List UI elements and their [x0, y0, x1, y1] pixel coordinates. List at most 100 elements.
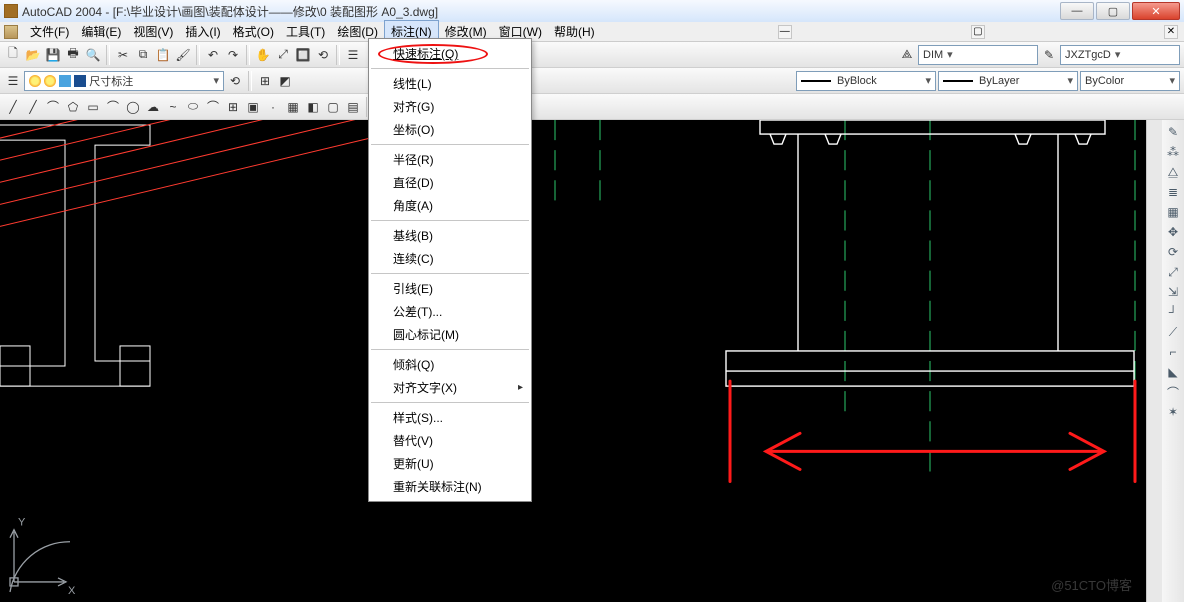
mdi-close-button[interactable]: ✕ — [1164, 25, 1178, 39]
menu-edit[interactable]: 编辑(E) — [75, 21, 127, 42]
dim-override[interactable]: 替代(V) — [369, 429, 531, 452]
point-icon[interactable]: · — [264, 98, 282, 116]
dim-baseline[interactable]: 基线(B) — [369, 224, 531, 247]
lineweight-combo[interactable]: ByColor ▾ — [1080, 71, 1180, 91]
dim-aligntext[interactable]: 对齐文字(X) — [369, 376, 531, 399]
pan-icon[interactable]: ✋ — [254, 46, 272, 64]
drawing-canvas[interactable]: Y X @51CTO博客 — [0, 120, 1146, 602]
dim-style-icon[interactable]: ⟁ — [898, 46, 916, 64]
props-icon[interactable]: ☰ — [344, 46, 362, 64]
menu-insert[interactable]: 插入(I) — [179, 21, 226, 42]
dim-angular[interactable]: 角度(A) — [369, 194, 531, 217]
undo-icon[interactable]: ↶ — [204, 46, 222, 64]
dim-style[interactable]: 样式(S)... — [369, 406, 531, 429]
cut-icon[interactable]: ✂ — [114, 46, 132, 64]
dim-reassoc[interactable]: 重新关联标注(N) — [369, 475, 531, 498]
workspace: Y X @51CTO博客 ✎ ⁂ ⧋ ≣ ▦ ✥ ⟳ ⤢ ⇲ ┘ ⟋ ⌐ ◣ ⌒… — [0, 120, 1184, 602]
spline-icon[interactable]: ~ — [164, 98, 182, 116]
hatch-icon[interactable]: ▦ — [284, 98, 302, 116]
paste-icon[interactable]: 📋 — [154, 46, 172, 64]
polygon-icon[interactable]: ⬠ — [64, 98, 82, 116]
dim-ordinate[interactable]: 坐标(O) — [369, 118, 531, 141]
explode-icon[interactable]: ✶ — [1165, 404, 1181, 420]
insert-icon[interactable]: ⊞ — [224, 98, 242, 116]
line-icon[interactable]: ╱ — [4, 98, 22, 116]
layer-state-icon[interactable]: ⊞ — [256, 72, 274, 90]
dim-aligned[interactable]: 对齐(G) — [369, 95, 531, 118]
vertical-scrollbar[interactable] — [1146, 120, 1162, 602]
zoom-icon[interactable]: ⤢ — [274, 46, 292, 64]
dim-tolerance[interactable]: 公差(T)... — [369, 300, 531, 323]
preview-icon[interactable]: 🔍 — [84, 46, 102, 64]
table-icon[interactable]: ▤ — [344, 98, 362, 116]
toolbar-layers: ☰ 尺寸标注 ▾ ⟲ ⊞ ◩ ByBlock ▾ ByLayer ▾ ByCol… — [0, 68, 1184, 94]
rotate-icon[interactable]: ⟳ — [1165, 244, 1181, 260]
rect-icon[interactable]: ▭ — [84, 98, 102, 116]
match-icon[interactable]: 🖌 — [174, 46, 192, 64]
menu-format[interactable]: 格式(O) — [227, 21, 280, 42]
chevron-down-icon: ▾ — [947, 48, 953, 61]
dim-radius[interactable]: 半径(R) — [369, 148, 531, 171]
copy-icon[interactable]: ⧉ — [134, 46, 152, 64]
stretch-icon[interactable]: ⇲ — [1165, 284, 1181, 300]
save-icon[interactable]: 💾 — [44, 46, 62, 64]
fillet-icon[interactable]: ⌒ — [1165, 384, 1181, 400]
revcloud-icon[interactable]: ☁ — [144, 98, 162, 116]
toolbar-modify: ✎ ⁂ ⧋ ≣ ▦ ✥ ⟳ ⤢ ⇲ ┘ ⟋ ⌐ ◣ ⌒ ✶ — [1162, 120, 1184, 602]
dim-quick[interactable]: 快速标注(Q) — [369, 42, 531, 65]
offset-icon[interactable]: ≣ — [1165, 184, 1181, 200]
new-icon[interactable]: 🗋 — [4, 46, 22, 64]
chevron-down-icon: ▾ — [1169, 74, 1175, 87]
trim-icon[interactable]: ┘ — [1165, 304, 1181, 320]
layer-combo[interactable]: 尺寸标注 ▾ — [24, 71, 224, 91]
open-icon[interactable]: 📂 — [24, 46, 42, 64]
scale-icon[interactable]: ⤢ — [1165, 264, 1181, 280]
erase-icon[interactable]: ✎ — [1165, 124, 1181, 140]
text-style-value: JXZTgcD — [1065, 49, 1111, 61]
ellipse-arc-icon[interactable]: ⌒ — [204, 98, 222, 116]
move-icon[interactable]: ✥ — [1165, 224, 1181, 240]
maximize-button[interactable]: ▢ — [1096, 2, 1130, 20]
layer-manager-icon[interactable]: ☰ — [4, 72, 22, 90]
zoom-win-icon[interactable]: 🔲 — [294, 46, 312, 64]
dim-ed-icon[interactable]: ✎ — [1040, 46, 1058, 64]
dim-oblique[interactable]: 倾斜(Q) — [369, 353, 531, 376]
dim-leader[interactable]: 引线(E) — [369, 277, 531, 300]
dim-style-combo[interactable]: DIM ▾ — [918, 45, 1038, 65]
linetype-combo[interactable]: ByLayer ▾ — [938, 71, 1078, 91]
chamfer-icon[interactable]: ◣ — [1165, 364, 1181, 380]
mirror-icon[interactable]: ⧋ — [1165, 164, 1181, 180]
menu-help[interactable]: 帮助(H) — [548, 21, 601, 42]
block-icon[interactable]: ▣ — [244, 98, 262, 116]
redo-icon[interactable]: ↷ — [224, 46, 242, 64]
minimize-button[interactable]: — — [1060, 2, 1094, 20]
circle-icon[interactable]: ◯ — [124, 98, 142, 116]
array-icon[interactable]: ▦ — [1165, 204, 1181, 220]
print-icon[interactable]: 🖶 — [64, 46, 82, 64]
ellipse-icon[interactable]: ⬭ — [184, 98, 202, 116]
break-icon[interactable]: ⌐ — [1165, 344, 1181, 360]
menu-view[interactable]: 视图(V) — [127, 21, 179, 42]
text-style-combo[interactable]: JXZTgcD ▾ — [1060, 45, 1180, 65]
mdi-min-button[interactable]: — — [778, 25, 792, 39]
pline-icon[interactable]: ⌒ — [44, 98, 62, 116]
menu-tools[interactable]: 工具(T) — [280, 21, 331, 42]
copy2-icon[interactable]: ⁂ — [1165, 144, 1181, 160]
arc-icon[interactable]: ⌒ — [104, 98, 122, 116]
dim-update[interactable]: 更新(U) — [369, 452, 531, 475]
dim-centermark[interactable]: 圆心标记(M) — [369, 323, 531, 346]
color-combo[interactable]: ByBlock ▾ — [796, 71, 936, 91]
layer-prev-icon[interactable]: ⟲ — [226, 72, 244, 90]
gradient-icon[interactable]: ◧ — [304, 98, 322, 116]
layer-iso-icon[interactable]: ◩ — [276, 72, 294, 90]
close-button[interactable]: ✕ — [1132, 2, 1180, 20]
xline-icon[interactable]: ╱ — [24, 98, 42, 116]
menu-file[interactable]: 文件(F) — [24, 21, 75, 42]
zoom-prev-icon[interactable]: ⟲ — [314, 46, 332, 64]
extend-icon[interactable]: ⟋ — [1165, 324, 1181, 340]
region-icon[interactable]: ▢ — [324, 98, 342, 116]
dim-linear[interactable]: 线性(L) — [369, 72, 531, 95]
mdi-max-button[interactable]: ▢ — [971, 25, 985, 39]
dim-diameter[interactable]: 直径(D) — [369, 171, 531, 194]
dim-continue[interactable]: 连续(C) — [369, 247, 531, 270]
